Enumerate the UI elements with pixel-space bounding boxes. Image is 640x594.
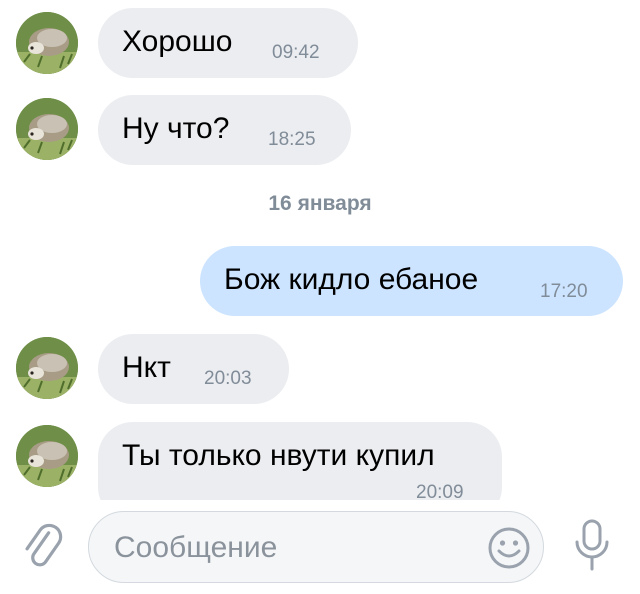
message-time: 18:25 [268, 129, 316, 150]
avatar[interactable] [16, 98, 78, 160]
message-row: Ты только нвути купил 20:09 [0, 422, 640, 500]
message-bubble-incoming[interactable]: Хорошо 09:42 [98, 8, 358, 78]
chat-screen: Хорошо 09:42 Ну что? 18:25 16 января Бож… [0, 0, 640, 594]
message-list[interactable]: Хорошо 09:42 Ну что? 18:25 16 января Бож… [0, 0, 640, 500]
message-bubble-incoming[interactable]: Ну что? 18:25 [98, 95, 351, 165]
message-text: Нкт [122, 351, 171, 384]
message-row: Хорошо 09:42 [0, 8, 640, 78]
message-row: Ну что? 18:25 [0, 95, 640, 165]
message-input-placeholder: Сообщение [114, 531, 278, 564]
date-separator: 16 января [268, 192, 372, 215]
message-bubble-incoming[interactable]: Ты только нвути купил 20:09 [98, 422, 502, 500]
message-time: 17:20 [540, 281, 588, 302]
message-text: Хорошо [122, 25, 233, 58]
message-time: 20:03 [204, 368, 252, 389]
avatar[interactable] [16, 337, 78, 399]
microphone-icon[interactable] [570, 518, 614, 574]
message-row: Нкт 20:03 [0, 334, 640, 404]
smiley-icon[interactable] [487, 526, 531, 570]
message-composer: Сообщение [0, 500, 640, 594]
message-text: Ну что? [122, 112, 230, 145]
message-text: Бож кидло ебаное [224, 263, 479, 296]
avatar[interactable] [16, 425, 78, 487]
message-bubble-outgoing[interactable]: Бож кидло ебаное 17:20 [200, 246, 623, 316]
message-text: Ты только нвути купил [122, 439, 435, 472]
message-row: Бож кидло ебаное 17:20 [0, 246, 640, 316]
avatar[interactable] [16, 12, 78, 74]
paperclip-icon[interactable] [18, 522, 68, 572]
message-time: 09:42 [272, 42, 320, 63]
message-bubble-incoming[interactable]: Нкт 20:03 [98, 334, 289, 404]
message-time: 20:09 [416, 482, 464, 500]
message-input[interactable]: Сообщение [88, 511, 544, 583]
